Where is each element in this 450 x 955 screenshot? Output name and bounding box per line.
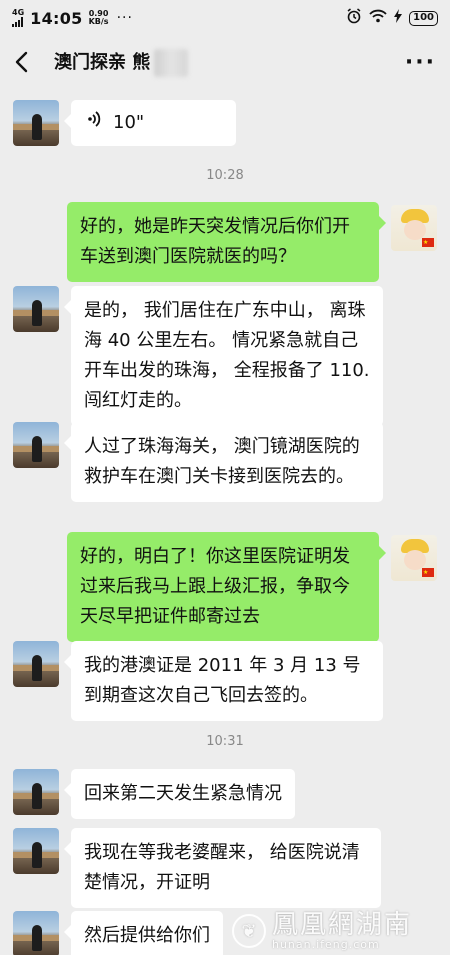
page-title: 澳门探亲 熊 bbox=[54, 48, 189, 77]
clock: 14:05 bbox=[30, 8, 83, 28]
status-bar: 4G 14:05 0.90 KB/s ··· 100 bbox=[0, 0, 450, 36]
chevron-left-icon[interactable] bbox=[14, 50, 38, 74]
redacted-name-blur bbox=[154, 48, 189, 77]
voice-message-bubble[interactable]: 10" bbox=[64, 100, 236, 146]
network-type: 4G bbox=[12, 8, 25, 17]
text-message-bubble[interactable]: 然后提供给你们 bbox=[64, 911, 223, 955]
text-message-bubble[interactable]: 是的， 我们居住在广东中山， 离珠海 40 公里左右。 情况紧急就自己开车出发的… bbox=[64, 286, 383, 426]
watermark-url: hunan.ifeng.com bbox=[271, 938, 380, 951]
wifi-icon bbox=[369, 9, 387, 27]
message-list[interactable]: 10" 10:28 ★ 好的，她是昨天突发情况后你们开车送到澳门医院就医的吗？ … bbox=[0, 88, 450, 955]
chat-header: 澳门探亲 熊 ··· bbox=[0, 36, 450, 88]
charging-icon bbox=[394, 9, 403, 27]
voice-wave-icon bbox=[87, 108, 103, 138]
avatar[interactable] bbox=[13, 828, 59, 874]
phoenix-logo-icon: ❦ bbox=[231, 914, 266, 948]
voice-duration: 10" bbox=[113, 112, 145, 133]
site-watermark: ❦ 鳳凰網湖南 hunan.ifeng.com bbox=[231, 910, 412, 951]
text-message-bubble[interactable]: 好的，明白了！你这里医院证明发过来后我马上跟上级汇报，争取今天尽早把证件邮寄过去 bbox=[67, 532, 386, 642]
avatar[interactable] bbox=[13, 911, 59, 955]
text-message-bubble[interactable]: 人过了珠海海关， 澳门镜湖医院的救护车在澳门关卡接到医院去的。 bbox=[64, 422, 383, 502]
alarm-icon bbox=[346, 8, 362, 28]
more-dots-icon[interactable]: ··· bbox=[405, 50, 436, 75]
timestamp: 10:31 bbox=[206, 734, 244, 749]
text-message-bubble[interactable]: 我现在等我老婆醒来， 给医院说清楚情况，开证明 bbox=[64, 828, 381, 908]
battery-icon: 100 bbox=[409, 10, 438, 26]
avatar[interactable] bbox=[13, 286, 59, 332]
avatar[interactable] bbox=[13, 641, 59, 687]
notification-dots: ··· bbox=[116, 10, 133, 26]
text-message-bubble[interactable]: 回来第二天发生紧急情况 bbox=[64, 769, 295, 819]
text-message-bubble[interactable]: 我的港澳证是 2011 年 3 月 13 号到期查这次自己飞回去签的。 bbox=[64, 641, 383, 721]
watermark-title: 鳳凰網湖南 bbox=[271, 910, 412, 940]
avatar[interactable] bbox=[13, 422, 59, 468]
text-message-bubble[interactable]: 好的，她是昨天突发情况后你们开车送到澳门医院就医的吗？ bbox=[67, 202, 386, 282]
avatar[interactable] bbox=[13, 100, 59, 146]
timestamp: 10:28 bbox=[206, 168, 244, 183]
avatar[interactable]: ★ bbox=[391, 535, 437, 581]
avatar[interactable]: ★ bbox=[391, 205, 437, 251]
network-speed: 0.90 KB/s bbox=[88, 9, 109, 26]
signal-icon: 4G bbox=[12, 9, 24, 27]
avatar[interactable] bbox=[13, 769, 59, 815]
